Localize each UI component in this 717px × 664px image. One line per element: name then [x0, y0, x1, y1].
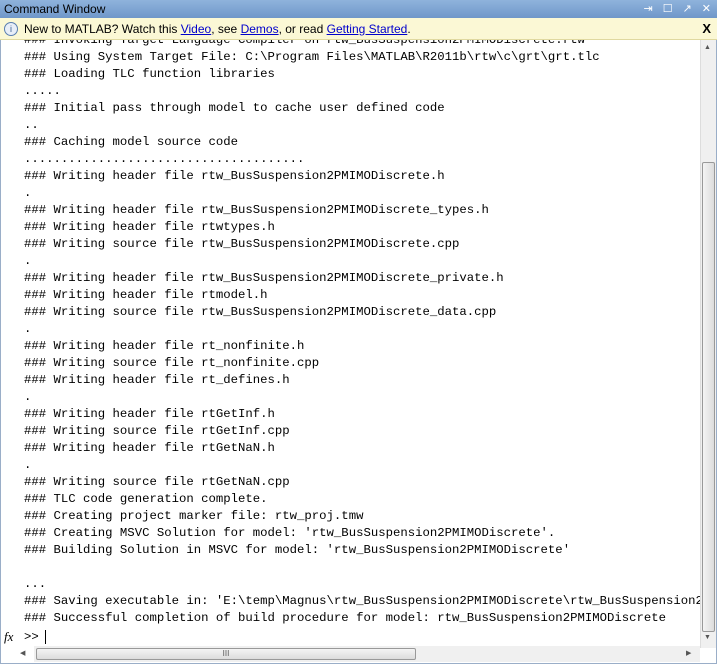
window-title: Command Window: [4, 2, 106, 16]
scroll-right-icon[interactable]: ▶: [686, 649, 691, 657]
output-line: .: [24, 390, 32, 404]
close-icon[interactable]: ✕: [702, 0, 711, 18]
output-line: ### Writing header file rtw_BusSuspensio…: [24, 271, 504, 285]
output-line: ### Writing header file rt_defines.h: [24, 373, 290, 387]
command-output-area[interactable]: ### Invoking Target Language Compiler on…: [0, 40, 700, 648]
output-line: .: [24, 458, 32, 472]
output-line: ### Saving executable in: 'E:\temp\Magnu…: [24, 594, 700, 608]
output-line: ### Invoking Target Language Compiler on…: [24, 40, 585, 47]
banner-close-button[interactable]: X: [702, 18, 711, 40]
getting-started-link[interactable]: Getting Started: [327, 22, 408, 36]
info-banner: i New to MATLAB? Watch this Video, see D…: [0, 18, 717, 40]
output-line: ### Loading TLC function libraries: [24, 67, 275, 81]
output-line: ### Writing source file rt_nonfinite.cpp: [24, 356, 320, 370]
output-line: ### Successful completion of build proce…: [24, 611, 667, 625]
banner-text: New to MATLAB? Watch this: [24, 22, 181, 36]
output-line: .....: [24, 84, 61, 98]
output-line: ### Writing header file rtwtypes.h: [24, 220, 275, 234]
output-line: ### Creating project marker file: rtw_pr…: [24, 509, 364, 523]
grip: III: [222, 649, 230, 658]
output-line: ..: [24, 118, 39, 132]
command-input-row[interactable]: fx >>: [0, 628, 700, 646]
banner-text: , see: [211, 22, 241, 36]
banner-text: .: [407, 22, 411, 36]
demos-link[interactable]: Demos: [241, 22, 279, 36]
undock-icon[interactable]: ⇥: [643, 0, 652, 18]
output-line: ### Writing source file rtw_BusSuspensio…: [24, 305, 497, 319]
horizontal-scrollbar[interactable]: ◀ III ▶: [20, 646, 700, 662]
output-line: ### Writing header file rtw_BusSuspensio…: [24, 169, 445, 183]
output-line: ### Writing source file rtw_BusSuspensio…: [24, 237, 460, 251]
banner-text: , or read: [278, 22, 327, 36]
function-browser-icon[interactable]: fx: [4, 628, 13, 646]
output-line: ### Building Solution in MSVC for model:…: [24, 543, 571, 557]
command-output: ### Invoking Target Language Compiler on…: [24, 40, 700, 646]
scroll-left-icon[interactable]: ◀: [20, 649, 25, 657]
output-line: .: [24, 322, 32, 336]
output-line: ......................................: [24, 152, 305, 166]
output-line: ...: [24, 577, 47, 591]
output-line: ### Writing header file rtmodel.h: [24, 288, 268, 302]
maximize-icon[interactable]: ☐: [663, 0, 673, 18]
scroll-down-icon[interactable]: ▼: [704, 634, 711, 641]
vertical-scrollbar[interactable]: ▲ ▼: [700, 40, 716, 648]
video-link[interactable]: Video: [181, 22, 211, 36]
horizontal-scroll-thumb[interactable]: III: [36, 648, 416, 660]
output-line: ### Caching model source code: [24, 135, 239, 149]
output-line: ### Writing source file rtGetInf.cpp: [24, 424, 290, 438]
text-cursor: [45, 630, 46, 644]
output-line: ### Initial pass through model to cache …: [24, 101, 445, 115]
output-line: ### Writing source file rtGetNaN.cpp: [24, 475, 290, 489]
output-line: ### Writing header file rtw_BusSuspensio…: [24, 203, 489, 217]
output-line: ### TLC code generation complete.: [24, 492, 268, 506]
command-prompt: >>: [24, 630, 39, 644]
output-line: .: [24, 254, 32, 268]
info-icon: i: [4, 22, 18, 36]
output-line: ### Creating MSVC Solution for model: 'r…: [24, 526, 556, 540]
output-line: ### Writing header file rtGetInf.h: [24, 407, 275, 421]
scroll-up-icon[interactable]: ▲: [704, 44, 711, 51]
output-line: .: [24, 186, 32, 200]
title-bar: Command Window ⇥ ☐ ↗ ✕: [0, 0, 717, 18]
output-line: ### Writing header file rtGetNaN.h: [24, 441, 275, 455]
output-line: ### Writing header file rt_nonfinite.h: [24, 339, 305, 353]
vertical-scroll-thumb[interactable]: [702, 162, 715, 632]
output-line: ### Using System Target File: C:\Program…: [24, 50, 600, 64]
dock-icon[interactable]: ↗: [683, 0, 692, 18]
